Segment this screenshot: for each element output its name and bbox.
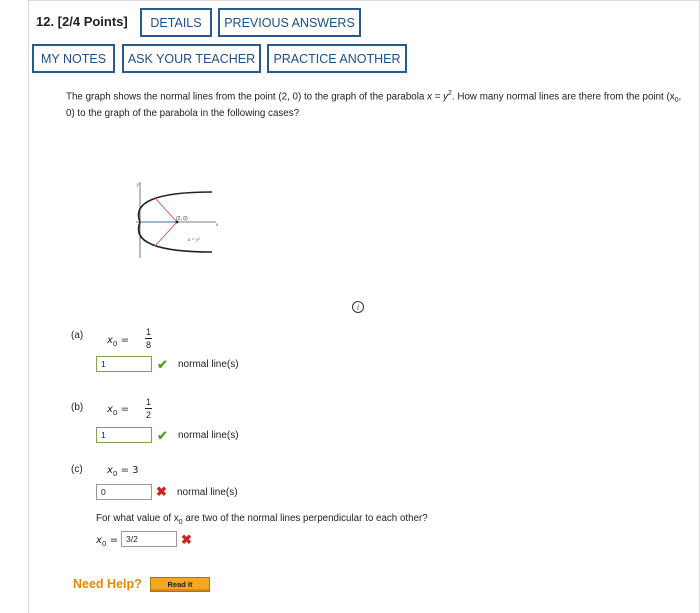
incorrect-x-icon: ✖ xyxy=(181,532,192,547)
part-b-variable: x0 = xyxy=(107,404,129,417)
info-icon[interactable]: i xyxy=(352,301,364,313)
part-c-answer-input[interactable]: 0 xyxy=(96,484,152,500)
part-a-suffix: normal line(s) xyxy=(178,359,239,370)
previous-answers-button[interactable]: PREVIOUS ANSWERS xyxy=(218,8,361,37)
normal-line xyxy=(154,221,178,247)
point-label: (2, 0) xyxy=(176,216,188,222)
y-axis-label: y xyxy=(136,183,140,188)
curve-label: x = y² xyxy=(187,237,200,243)
part-b-label: (b) xyxy=(71,402,84,413)
part-c-suffix: normal line(s) xyxy=(177,487,238,498)
part-a-label: (a) xyxy=(71,330,84,341)
part-c-label: (c) xyxy=(71,464,83,475)
part-a-answer-input[interactable]: 1 xyxy=(96,356,152,372)
question-number: 12. [2/4 Points] xyxy=(36,14,128,29)
parabola-graph: y x (2, 0) x = y² xyxy=(136,182,219,258)
part-b-answer-input[interactable]: 1 xyxy=(96,427,152,443)
ask-your-teacher-button[interactable]: ASK YOUR TEACHER xyxy=(122,44,261,73)
read-it-button[interactable]: Read It xyxy=(150,577,210,592)
normal-line xyxy=(154,197,178,223)
part-a-fraction: 18 xyxy=(145,327,152,350)
followup-answer-input[interactable]: 3/2 xyxy=(121,531,177,547)
part-b-suffix: normal line(s) xyxy=(178,430,239,441)
part-a-variable: x0 = xyxy=(107,335,129,348)
question-prompt: The graph shows the normal lines from th… xyxy=(66,90,682,120)
need-help-label: Need Help? xyxy=(73,577,142,591)
details-button[interactable]: DETAILS xyxy=(140,8,212,37)
incorrect-x-icon: ✖ xyxy=(156,484,167,499)
my-notes-button[interactable]: MY NOTES xyxy=(32,44,115,73)
practice-another-button[interactable]: PRACTICE ANOTHER xyxy=(267,44,407,73)
correct-check-icon: ✔ xyxy=(157,428,168,443)
x-axis-label: x xyxy=(215,223,219,228)
part-c-variable: x0 = 3 xyxy=(107,465,139,478)
part-b-fraction: 12 xyxy=(145,397,152,420)
correct-check-icon: ✔ xyxy=(157,357,168,372)
followup-variable: x0 = xyxy=(96,535,118,548)
followup-question: For what value of x0 are two of the norm… xyxy=(96,513,428,526)
